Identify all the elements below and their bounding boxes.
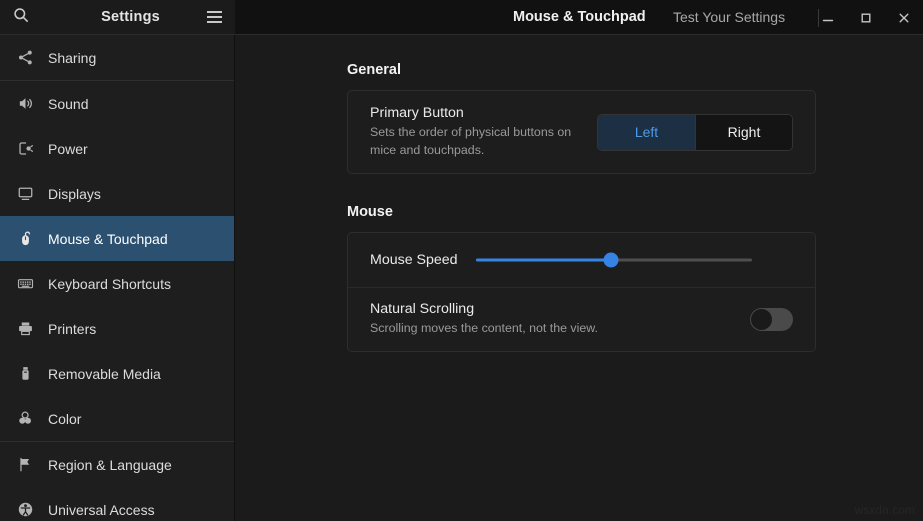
maximize-button[interactable] [847, 0, 885, 35]
speaker-icon [14, 93, 36, 115]
usb-drive-icon [14, 363, 36, 385]
close-icon [898, 12, 910, 24]
natural-scrolling-toggle[interactable] [750, 308, 793, 331]
section-spacer [347, 174, 923, 204]
sidebar-item-label: Universal Access [48, 502, 155, 518]
hamburger-menu-icon [207, 16, 222, 18]
maximize-icon [860, 12, 872, 24]
panel-titlebar: Mouse & Touchpad Test Your Settings [235, 0, 923, 35]
natural-scrolling-title: Natural Scrolling [370, 301, 750, 317]
sidebar-item-power[interactable]: Power [0, 126, 234, 171]
sidebar-item-sound[interactable]: Sound [0, 81, 234, 126]
sidebar-item-label: Mouse & Touchpad [48, 231, 168, 247]
watermark: wsxdn.com [855, 505, 915, 517]
primary-button-option-left[interactable]: Left [598, 115, 695, 150]
sidebar-item-keyboard-shortcuts[interactable]: Keyboard Shortcuts [0, 261, 234, 306]
sidebar: Sharing Sound [0, 35, 235, 521]
mouse-icon [14, 228, 36, 250]
toggle-knob [751, 309, 772, 330]
sidebar-item-removable-media[interactable]: Removable Media [0, 351, 234, 396]
panel-title: Mouse & Touchpad [513, 9, 646, 25]
sidebar-item-label: Removable Media [48, 366, 161, 382]
primary-button-text: Primary Button Sets the order of physica… [370, 105, 597, 159]
natural-scrolling-row: Natural Scrolling Scrolling moves the co… [348, 287, 815, 351]
section-label-general: General [347, 62, 923, 78]
minimize-button[interactable] [809, 0, 847, 35]
sidebar-item-label: Sharing [48, 50, 96, 66]
keyboard-icon [14, 273, 36, 295]
sidebar-item-label: Region & Language [48, 457, 172, 473]
sidebar-item-label: Keyboard Shortcuts [48, 276, 171, 292]
sidebar-titlebar: Settings [0, 0, 235, 35]
sidebar-item-universal-access[interactable]: Universal Access [0, 487, 234, 521]
test-your-settings-button[interactable]: Test Your Settings [667, 5, 791, 29]
sidebar-item-label: Displays [48, 186, 101, 202]
content-area: General Primary Button Sets the order of… [235, 35, 923, 521]
window-controls [809, 0, 923, 35]
general-card: Primary Button Sets the order of physica… [347, 90, 816, 174]
mouse-speed-slider[interactable] [476, 251, 752, 269]
flag-icon [14, 454, 36, 476]
power-plug-icon [14, 138, 36, 160]
mouse-card: Mouse Speed Natural Scrolling Scrolling … [347, 232, 816, 352]
primary-button-row: Primary Button Sets the order of physica… [348, 91, 815, 173]
section-label-mouse: Mouse [347, 204, 923, 220]
sidebar-item-printers[interactable]: Printers [0, 306, 234, 351]
sidebar-item-color[interactable]: Color [0, 396, 234, 441]
close-button[interactable] [885, 0, 923, 35]
sidebar-item-displays[interactable]: Displays [0, 171, 234, 216]
natural-scrolling-description: Scrolling moves the content, not the vie… [370, 320, 700, 338]
mouse-speed-row: Mouse Speed [348, 233, 815, 287]
primary-button-option-right[interactable]: Right [695, 115, 792, 150]
sidebar-item-label: Printers [48, 321, 96, 337]
monitor-icon [14, 183, 36, 205]
mouse-speed-label: Mouse Speed [370, 252, 458, 268]
primary-button-segmented-control: Left Right [597, 114, 793, 151]
minimize-icon [822, 12, 834, 24]
share-icon [14, 47, 36, 69]
sidebar-item-label: Color [48, 411, 81, 427]
sidebar-item-sharing[interactable]: Sharing [0, 35, 234, 80]
mouse-speed-slider-wrap [458, 251, 793, 269]
primary-button-title: Primary Button [370, 105, 597, 121]
sidebar-item-label: Power [48, 141, 88, 157]
window-body: Sharing Sound [0, 35, 923, 521]
slider-knob[interactable] [603, 253, 618, 268]
accessibility-icon [14, 499, 36, 521]
printer-icon [14, 318, 36, 340]
color-circles-icon [14, 408, 36, 430]
sidebar-item-region-language[interactable]: Region & Language [0, 442, 234, 487]
sidebar-item-label: Sound [48, 96, 88, 112]
hamburger-menu-button[interactable] [199, 2, 229, 32]
natural-scrolling-text: Natural Scrolling Scrolling moves the co… [370, 301, 750, 338]
settings-window: Settings Mouse & Touchpad Test Your Sett… [0, 0, 923, 521]
primary-button-description: Sets the order of physical buttons on mi… [370, 124, 585, 159]
sidebar-item-mouse-touchpad[interactable]: Mouse & Touchpad [0, 216, 234, 261]
slider-fill [476, 259, 611, 262]
titlebar: Settings Mouse & Touchpad Test Your Sett… [0, 0, 923, 35]
